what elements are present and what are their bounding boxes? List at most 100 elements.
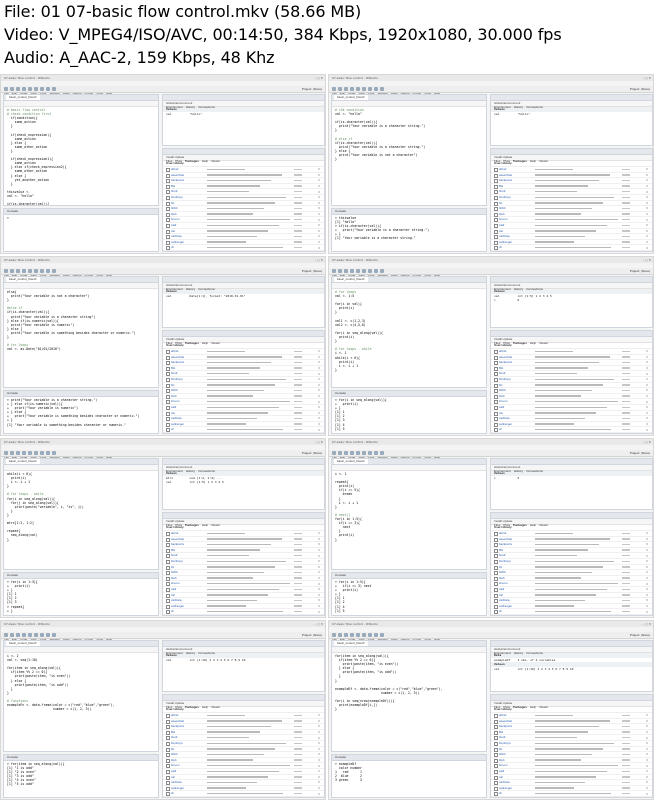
remove-package-icon[interactable] bbox=[318, 736, 320, 739]
package-checkbox[interactable] bbox=[494, 184, 498, 189]
package-name[interactable]: bindr bbox=[171, 371, 178, 376]
package-checkbox[interactable] bbox=[166, 719, 170, 724]
package-checkbox[interactable] bbox=[166, 394, 170, 399]
remove-package-icon[interactable] bbox=[318, 218, 320, 221]
package-name[interactable]: cellranger bbox=[499, 604, 512, 609]
package-checkbox[interactable] bbox=[494, 405, 498, 410]
remove-package-icon[interactable] bbox=[318, 577, 320, 580]
toolbar-icon[interactable] bbox=[380, 633, 384, 637]
tab-viewer[interactable]: Viewer bbox=[211, 159, 220, 164]
package-name[interactable]: broom bbox=[499, 217, 508, 222]
remove-package-icon[interactable] bbox=[646, 781, 648, 784]
remove-package-icon[interactable] bbox=[646, 173, 648, 176]
package-checkbox[interactable] bbox=[166, 758, 170, 763]
package-checkbox[interactable] bbox=[166, 599, 170, 604]
package-checkbox[interactable] bbox=[494, 537, 498, 542]
package-name[interactable]: bit bbox=[171, 383, 174, 388]
code-area[interactable]: # basic flow control # check condition fi… bbox=[4, 107, 158, 205]
package-checkbox[interactable] bbox=[166, 190, 170, 195]
toolbar-icon[interactable] bbox=[332, 269, 336, 273]
remove-package-icon[interactable] bbox=[646, 770, 648, 773]
remove-package-icon[interactable] bbox=[318, 246, 320, 249]
package-checkbox[interactable] bbox=[166, 366, 170, 371]
toolbar-icon[interactable] bbox=[34, 87, 38, 91]
package-checkbox[interactable] bbox=[166, 173, 170, 178]
project-menu[interactable]: Project: (None) bbox=[630, 450, 650, 456]
remove-package-icon[interactable] bbox=[318, 554, 320, 557]
package-name[interactable]: carData bbox=[171, 598, 182, 603]
toolbar-icon[interactable] bbox=[332, 451, 336, 455]
toolbar-icon[interactable] bbox=[4, 451, 8, 455]
package-name[interactable]: bit bbox=[499, 747, 502, 752]
package-checkbox[interactable] bbox=[166, 350, 170, 354]
package-checkbox[interactable] bbox=[494, 179, 498, 184]
remove-package-icon[interactable] bbox=[646, 406, 648, 409]
remove-package-icon[interactable] bbox=[646, 736, 648, 739]
remove-package-icon[interactable] bbox=[318, 543, 320, 546]
toolbar-icon[interactable] bbox=[380, 269, 384, 273]
package-name[interactable]: cli bbox=[499, 791, 502, 796]
tab-help[interactable]: Help bbox=[202, 341, 208, 346]
package-name[interactable]: cli bbox=[171, 245, 174, 250]
package-checkbox[interactable] bbox=[166, 411, 170, 416]
package-name[interactable]: car bbox=[171, 775, 175, 780]
package-name[interactable]: clipr bbox=[499, 433, 505, 434]
package-name[interactable]: car bbox=[171, 229, 175, 234]
tab-viewer[interactable]: Viewer bbox=[539, 705, 548, 710]
toolbar-icon[interactable] bbox=[356, 269, 360, 273]
remove-package-icon[interactable] bbox=[646, 179, 648, 182]
tab-packages[interactable]: Packages bbox=[513, 523, 527, 528]
package-checkbox[interactable] bbox=[166, 240, 170, 245]
remove-package-icon[interactable] bbox=[318, 372, 320, 375]
remove-package-icon[interactable] bbox=[318, 792, 320, 795]
remove-package-icon[interactable] bbox=[318, 549, 320, 552]
remove-package-icon[interactable] bbox=[318, 605, 320, 608]
package-name[interactable]: BH bbox=[499, 548, 503, 553]
package-name[interactable]: BH bbox=[171, 548, 175, 553]
console-pane[interactable]: Console > for(i in seq_along(val)){+ prin… bbox=[331, 390, 487, 434]
tab-help[interactable]: Help bbox=[530, 341, 536, 346]
package-name[interactable]: car bbox=[499, 411, 503, 416]
package-checkbox[interactable] bbox=[166, 168, 170, 172]
toolbar-icon[interactable] bbox=[22, 269, 26, 273]
package-checkbox[interactable] bbox=[494, 610, 498, 615]
package-checkbox[interactable] bbox=[494, 394, 498, 399]
package-checkbox[interactable] bbox=[166, 576, 170, 581]
toolbar-icon[interactable] bbox=[16, 87, 20, 91]
package-checkbox[interactable] bbox=[166, 223, 170, 228]
remove-package-icon[interactable] bbox=[646, 411, 648, 414]
editor-tab[interactable]: basic_control_flow.R bbox=[6, 95, 40, 100]
package-checkbox[interactable] bbox=[494, 714, 498, 718]
editor-tab[interactable]: basic_control_flow.R bbox=[6, 277, 40, 282]
package-name[interactable]: cli bbox=[499, 609, 502, 614]
remove-package-icon[interactable] bbox=[318, 367, 320, 370]
console-pane[interactable]: Console > print("Your variable is a chara… bbox=[3, 390, 159, 434]
package-checkbox[interactable] bbox=[494, 593, 498, 598]
package-checkbox[interactable] bbox=[166, 179, 170, 184]
toolbar-icon[interactable] bbox=[374, 633, 378, 637]
code-area[interactable]: # for loops val <- 1:5 for(i in val){ pri… bbox=[332, 289, 486, 373]
package-name[interactable]: carData bbox=[499, 234, 510, 239]
remove-package-icon[interactable] bbox=[646, 764, 648, 767]
window-controls[interactable]: – ▢ ✕ bbox=[314, 440, 323, 444]
package-name[interactable]: bit bbox=[171, 201, 174, 206]
remove-package-icon[interactable] bbox=[318, 753, 320, 756]
package-checkbox[interactable] bbox=[494, 786, 498, 791]
toolbar-icon[interactable] bbox=[34, 269, 38, 273]
package-name[interactable]: cli bbox=[171, 609, 174, 614]
package-checkbox[interactable] bbox=[494, 719, 498, 724]
source-editor[interactable]: basic_control_flow.R while(i < 6){ print(… bbox=[3, 458, 159, 570]
source-editor[interactable]: basic_control_flow.R i <- 1 repeat{ print… bbox=[331, 458, 487, 570]
remove-package-icon[interactable] bbox=[646, 201, 648, 204]
toolbar-icon[interactable] bbox=[28, 87, 32, 91]
remove-package-icon[interactable] bbox=[318, 361, 320, 364]
toolbar-icon[interactable] bbox=[16, 451, 20, 455]
package-checkbox[interactable] bbox=[494, 361, 498, 366]
package-name[interactable]: assertthat bbox=[499, 173, 512, 178]
remove-package-icon[interactable] bbox=[318, 532, 320, 535]
package-name[interactable]: bindrcpp bbox=[499, 559, 511, 564]
package-checkbox[interactable] bbox=[166, 372, 170, 377]
package-name[interactable]: abind bbox=[499, 531, 506, 536]
remove-package-icon[interactable] bbox=[318, 565, 320, 568]
package-checkbox[interactable] bbox=[494, 753, 498, 758]
